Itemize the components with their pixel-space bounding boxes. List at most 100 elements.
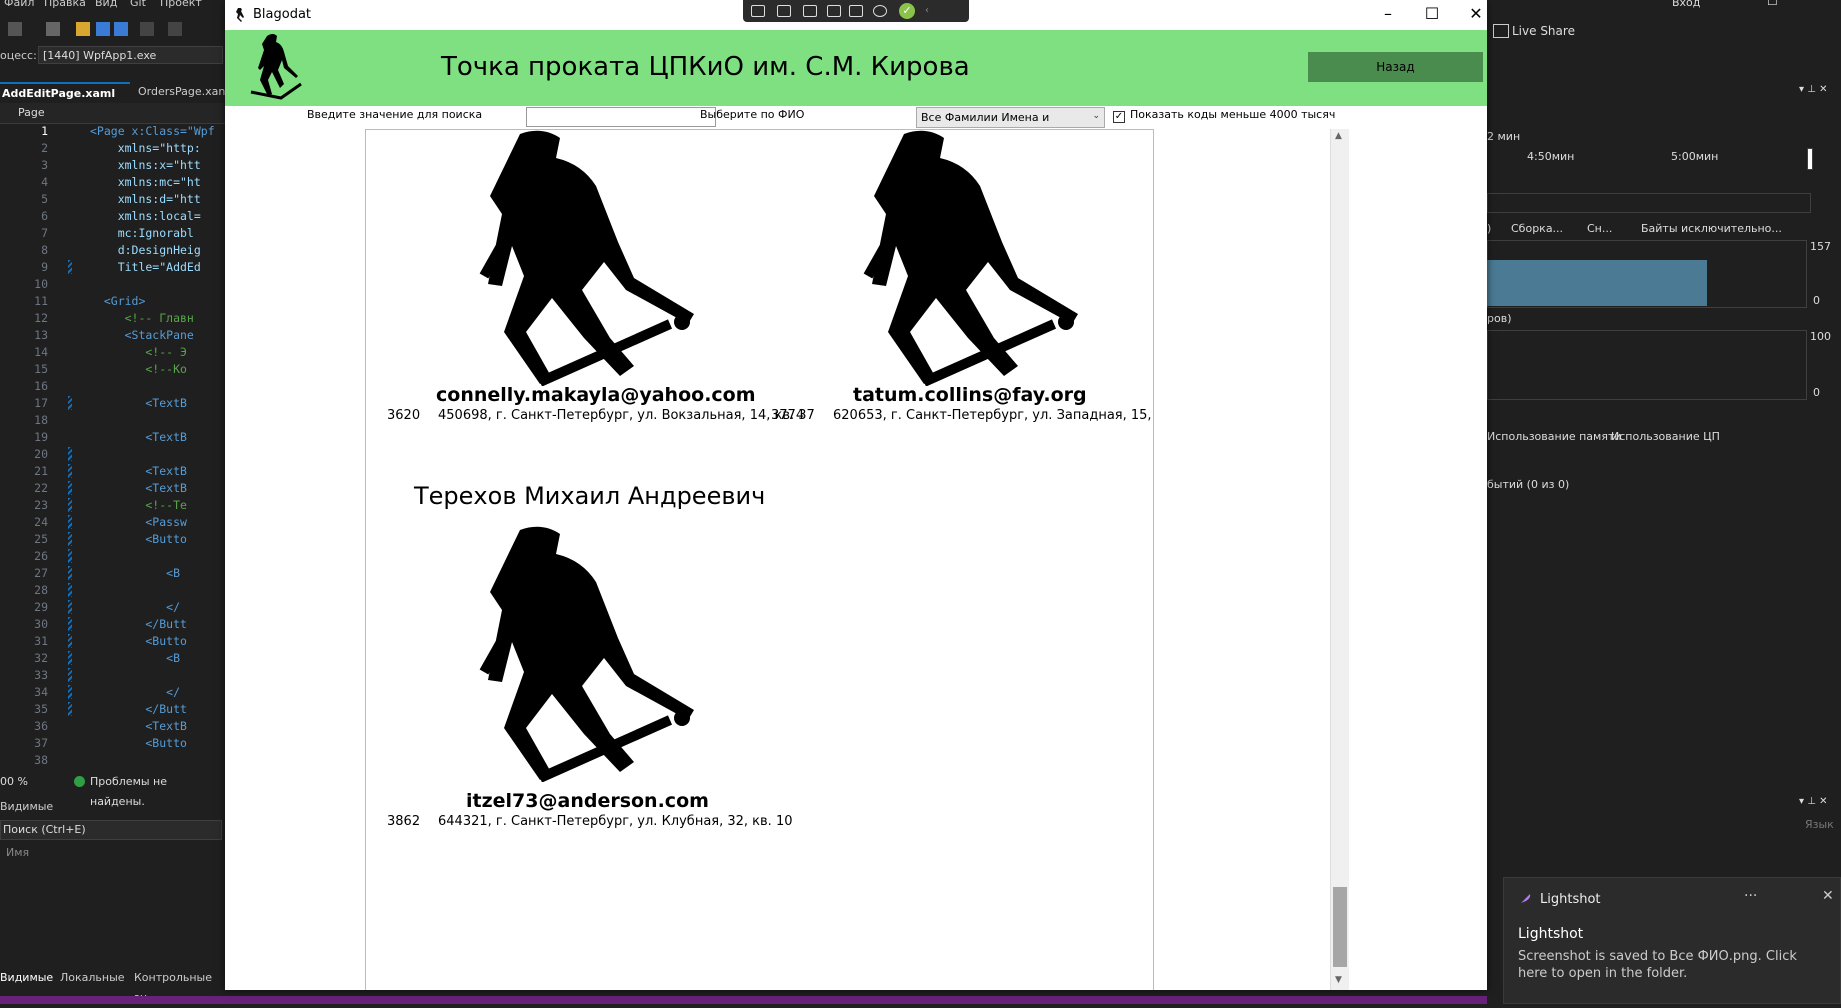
- code-line[interactable]: <!--Ко: [90, 362, 187, 376]
- code-line[interactable]: </: [90, 600, 180, 614]
- tab-locals[interactable]: Локальные: [60, 968, 125, 988]
- lightshot-toast[interactable]: Lightshot ··· ✕ Lightshot Screenshot is …: [1503, 877, 1841, 1004]
- code-line[interactable]: xmlns:x="htt: [90, 158, 201, 172]
- more-options-icon[interactable]: ···: [1744, 888, 1757, 904]
- pin-icon[interactable]: ▾ ⊥ ✕: [1799, 84, 1827, 95]
- nav-back-icon[interactable]: [8, 22, 22, 36]
- mem-min: 0: [1813, 294, 1820, 307]
- save-icon[interactable]: [96, 22, 110, 36]
- client-card[interactable]: tatum.collins@fay.org 3774 620653, г. Санк…: [750, 130, 1153, 480]
- code-line[interactable]: <StackPane: [90, 328, 194, 342]
- back-button[interactable]: Назад: [1308, 52, 1483, 82]
- minimize-button[interactable]: –: [1365, 0, 1411, 30]
- code-line[interactable]: <B: [90, 566, 180, 580]
- code-line[interactable]: d:DesignHeig: [90, 243, 201, 257]
- legend-build: Сборка...: [1511, 222, 1564, 235]
- close-icon[interactable]: ✕: [1822, 888, 1834, 904]
- search-input[interactable]: [526, 107, 716, 127]
- undo-icon[interactable]: [140, 22, 154, 36]
- save-all-icon[interactable]: [114, 22, 128, 36]
- toast-body[interactable]: Screenshot is saved to Все ФИО.png. Clic…: [1518, 948, 1828, 982]
- events-count: бытий (0 из 0): [1487, 478, 1570, 491]
- code-line[interactable]: <TextB: [90, 396, 187, 410]
- code-line[interactable]: <Butto: [90, 736, 187, 750]
- cpu-min: 0: [1813, 386, 1820, 399]
- code-line[interactable]: <B: [90, 651, 180, 665]
- menu-project[interactable]: Проект: [160, 0, 202, 9]
- track-focus-icon[interactable]: [849, 5, 863, 17]
- open-folder-icon[interactable]: [76, 22, 90, 36]
- code-line[interactable]: <Butto: [90, 532, 187, 546]
- code-line[interactable]: xmlns:d="htt: [90, 192, 201, 206]
- client-card[interactable]: connelly.makayla@yahoo.com 3620 450698, г.…: [366, 130, 815, 480]
- code-editor[interactable]: 1 <Page x:Class="Wpf 2 xmlns="http: 3 xmlns…: [0, 124, 225, 769]
- change-marker: [68, 651, 72, 665]
- scroll-up-icon[interactable]: ▲: [1335, 131, 1342, 141]
- redo-icon[interactable]: [168, 22, 182, 36]
- select-element-icon[interactable]: [803, 5, 817, 17]
- share-icon[interactable]: [1493, 24, 1509, 38]
- watch-search-input[interactable]: Поиск (Ctrl+E): [0, 820, 222, 840]
- code-line[interactable]: <Grid>: [90, 294, 146, 308]
- menu-file[interactable]: Файл: [4, 0, 34, 9]
- tab-cpu-usage[interactable]: Использование ЦП: [1611, 430, 1720, 443]
- client-photo: [450, 522, 700, 785]
- list-scrollbar[interactable]: ▲ ▼: [1330, 129, 1349, 990]
- panel-pin-icon[interactable]: ▾ ⊥ ✕: [1799, 796, 1827, 807]
- code-line[interactable]: </Butt: [90, 702, 187, 716]
- code-line[interactable]: <Page x:Class="Wpf: [90, 124, 215, 138]
- clients-list[interactable]: connelly.makayla@yahoo.com 3620 450698, г.…: [365, 129, 1154, 990]
- hot-reload-icon[interactable]: [873, 5, 887, 17]
- code-line[interactable]: <!-- Э: [90, 345, 187, 359]
- login-link[interactable]: Вход: [1672, 0, 1700, 9]
- element-dropdown[interactable]: Page: [0, 103, 225, 124]
- display-adorners-icon[interactable]: [827, 5, 841, 17]
- menu-view[interactable]: Вид: [95, 0, 117, 9]
- code-line[interactable]: </Butt: [90, 617, 187, 631]
- legend-bytes: Байты исключительно...: [1641, 222, 1782, 235]
- live-share-button[interactable]: Live Share: [1512, 24, 1575, 38]
- code-line[interactable]: mc:Ignorabl: [90, 226, 194, 240]
- tab-autos[interactable]: Видимые: [0, 968, 53, 988]
- app-header: Точка проката ЦПКиО им. С.М. Кирова Наза…: [225, 30, 1487, 106]
- collapse-chevron-icon[interactable]: ‹: [925, 5, 939, 17]
- record-icon[interactable]: [777, 5, 791, 17]
- code-line[interactable]: <TextB: [90, 464, 187, 478]
- code-line[interactable]: xmlns:local=: [90, 209, 201, 223]
- code-line[interactable]: </: [90, 685, 180, 699]
- tab-orderspage[interactable]: OrdersPage.xan: [138, 82, 228, 102]
- timeline-cursor[interactable]: [1807, 148, 1813, 170]
- code-line[interactable]: xmlns:mc="ht: [90, 175, 201, 189]
- tab-memory-usage[interactable]: Использование памяти: [1487, 430, 1622, 443]
- client-card[interactable]: Терехов Михаил Андреевич itzel73@anderson…: [366, 482, 793, 832]
- client-photo: [834, 130, 1084, 389]
- code-line[interactable]: <!--Те: [90, 498, 187, 512]
- line-number: 37: [34, 736, 48, 750]
- maximize-button[interactable]: ☐: [1409, 0, 1455, 30]
- code-line[interactable]: Title="AddEd: [90, 260, 201, 274]
- close-button[interactable]: ✕: [1453, 0, 1487, 30]
- new-item-icon[interactable]: [46, 22, 60, 36]
- fio-select[interactable]: Все Фамилии Имена и Отчества ⌄: [916, 107, 1105, 143]
- process-bar: оцесс: [1440] WpfApp1.exe: [0, 44, 225, 68]
- code-line[interactable]: <Passw: [90, 515, 187, 529]
- code-line[interactable]: <!-- Главн: [90, 311, 194, 325]
- code-line[interactable]: <TextB: [90, 430, 187, 444]
- code-line[interactable]: <Butto: [90, 634, 187, 648]
- code-line[interactable]: <TextB: [90, 719, 187, 733]
- process-select[interactable]: [1440] WpfApp1.exe: [38, 46, 223, 64]
- menu-edit[interactable]: Правка: [44, 0, 86, 9]
- client-photo: [450, 130, 700, 389]
- check-ok-icon[interactable]: ✓: [899, 3, 915, 19]
- line-number: 14: [34, 345, 48, 359]
- scroll-thumb[interactable]: [1333, 887, 1347, 967]
- tab-addeditpage[interactable]: AddEditPage.xaml: [0, 82, 130, 102]
- codes-checkbox[interactable]: ✓: [1113, 111, 1125, 123]
- code-line[interactable]: xmlns="http:: [90, 141, 201, 155]
- code-line[interactable]: <TextB: [90, 481, 187, 495]
- restore-icon[interactable]: ☐: [1767, 0, 1778, 8]
- scroll-down-icon[interactable]: ▼: [1335, 975, 1342, 985]
- zoom-level[interactable]: 00 %: [0, 772, 28, 792]
- live-tree-icon[interactable]: [751, 5, 765, 17]
- menu-git[interactable]: Git: [130, 0, 146, 9]
